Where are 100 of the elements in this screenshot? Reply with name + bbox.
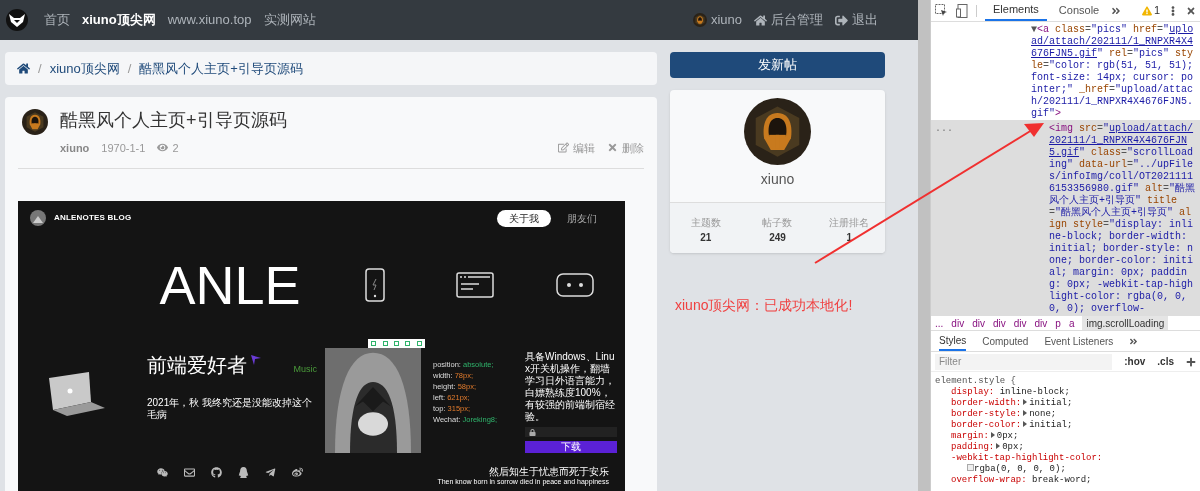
phone-icon — [365, 268, 385, 302]
style-property[interactable]: display: inline-block; — [935, 387, 1196, 398]
blog-nav-tab[interactable]: 关于我 — [497, 209, 551, 227]
dom-breadcrumb[interactable]: img.scrollLoading — [1082, 315, 1169, 331]
stat-value: 21 — [700, 231, 712, 245]
annotation-text: xiuno顶尖网：已成功本地化! — [675, 296, 854, 315]
blog-logo-icon — [30, 210, 46, 226]
quote: 然后知生于忧患而死于安乐 — [489, 465, 609, 479]
dom-breadcrumb[interactable]: div — [992, 315, 1006, 331]
devtools-tab[interactable]: Console — [1054, 0, 1104, 21]
dom-breadcrumb[interactable]: div — [972, 315, 985, 331]
sign-out-icon — [835, 13, 848, 27]
mail-icon[interactable] — [184, 466, 195, 478]
nav-link[interactable]: 实测网站 — [263, 10, 316, 30]
expand-icon[interactable] — [996, 443, 1001, 449]
warnings-badge[interactable]: 1 — [1141, 2, 1160, 19]
style-property[interactable]: border-style: none; — [935, 409, 1196, 420]
post-title: 酷黑风个人主页+引导页源码 — [60, 109, 288, 132]
logout-link[interactable]: 退出 — [835, 10, 878, 30]
hero-title: ANLE — [159, 258, 301, 312]
site-logo[interactable] — [6, 9, 28, 31]
dom-breadcrumb[interactable]: p — [1055, 315, 1061, 331]
year-line: 2021年，秋 我终究还是没能改掉这个毛病 — [147, 396, 314, 422]
nav-link[interactable]: www.xiuno.top — [167, 10, 252, 30]
dom-breadcrumb[interactable]: a — [1068, 315, 1075, 331]
color-swatch[interactable] — [967, 464, 974, 471]
stat-label: 主题数 — [690, 216, 721, 230]
devtools-tab[interactable]: Elements — [985, 0, 1047, 21]
home-icon[interactable] — [17, 62, 30, 75]
skills-description: 具备Windows、Linux开关机操作，翻墙学习日外语言能力，白嫖熟练度100%，有较强的前端制宿经验。 — [525, 351, 616, 423]
user-menu[interactable]: xiuno — [692, 10, 742, 30]
view-count: 2 — [157, 139, 179, 156]
dom-breadcrumb[interactable]: div — [1034, 315, 1048, 331]
blog-nav-tab[interactable]: 朋友们 — [563, 210, 601, 226]
close-icon — [607, 142, 618, 154]
stat-label: 注册排名 — [829, 216, 870, 230]
expand-icon[interactable] — [1023, 421, 1028, 427]
eye-icon — [157, 142, 169, 154]
style-property[interactable]: margin: 0px; — [935, 431, 1196, 442]
nav-link[interactable]: xiuno顶尖网 — [82, 10, 156, 30]
dom-node[interactable]: ▼<a class="pics" href="upload/attach/202111/1_RNPXR4X4676FJN5.gif" rel="pics" style="color: rgb(51, 51, 51); font-size: 14px; cursor: pointer;" _href="upload/attach/202111/1_RNPXR4X4676FJN5.gif"> — [931, 24, 1200, 120]
styles-tab[interactable]: Event Listeners — [1044, 333, 1114, 349]
vr-headset-icon — [556, 273, 594, 297]
edit-icon — [558, 142, 569, 154]
subtitle: 前端爱好者 — [147, 355, 247, 375]
device-toolbar-icon[interactable] — [956, 3, 968, 18]
qq-icon[interactable] — [238, 466, 249, 478]
hover-state-toggle[interactable]: :hov — [1124, 354, 1146, 369]
download-button[interactable]: 下载 — [525, 441, 617, 453]
scrollbar[interactable] — [918, 0, 930, 491]
stat-label: 帖子数 — [762, 216, 793, 230]
stat-value: 249 — [769, 231, 786, 245]
pointer-icon — [251, 355, 261, 365]
style-property[interactable]: border-color: initial; — [935, 420, 1196, 431]
password-field[interactable] — [525, 427, 617, 438]
dom-node[interactable]: ... <img src="upload/attach/202111/1_RNPXR4X4676FJN5.gif" class="scrollLoading" data-url="../upFiles/infoImg/coll/OT20211116153356980.gif" alt="酷黑风个人主页+引导页" title ="酷黑风个人主页+引导页" align style="display: inline-block; border-width: initial; border-style: none; border-color: initial; margin: 0px; padding: 0px; -webkit-tap-highlight-color: rgba(0, 0, 0, 0); overflow- — [931, 120, 1200, 315]
filter-field[interactable]: Filter — [935, 353, 1113, 370]
github-icon[interactable] — [211, 466, 222, 478]
dom-breadcrumb[interactable]: div — [951, 315, 965, 331]
inspect-element-icon[interactable] — [935, 4, 948, 17]
breadcrumb-link[interactable]: xiuno顶尖网 — [49, 58, 120, 79]
profile-username[interactable]: xiuno — [760, 169, 795, 190]
close-icon[interactable] — [1186, 5, 1196, 16]
expand-icon[interactable] — [990, 432, 995, 438]
new-post-button[interactable]: 发新帖 — [670, 52, 885, 78]
post-date: 1970-1-1 — [101, 140, 146, 156]
laptop-drawing — [46, 372, 107, 416]
browser-window-icon — [456, 272, 494, 298]
home-icon — [754, 13, 767, 27]
lock-icon — [529, 428, 536, 436]
wechat-icon[interactable] — [157, 466, 168, 478]
breadcrumb-separator: / — [38, 59, 42, 78]
style-property[interactable]: overflow-wrap: break-word; — [935, 475, 1196, 486]
breadcrumb-link[interactable]: 酷黑风个人主页+引导页源码 — [139, 58, 303, 79]
style-rule-selector: element.style { — [935, 376, 1017, 387]
blog-brand: ANLENOTES BLOG — [54, 212, 132, 224]
image-toolbar — [368, 339, 425, 348]
style-property[interactable]: -webkit-tap-highlight-color: rgba(0, 0, 0, 0); — [935, 453, 1196, 475]
new-rule-icon[interactable] — [1186, 356, 1196, 367]
user-avatar — [692, 13, 707, 27]
admin-link[interactable]: 后台管理 — [754, 10, 823, 30]
breadcrumb-separator: / — [127, 59, 132, 78]
style-property[interactable]: padding: 0px; — [935, 442, 1196, 453]
author-avatar — [22, 109, 48, 135]
nav-link[interactable]: 首页 — [44, 10, 70, 30]
styles-tab[interactable]: Computed — [982, 333, 1029, 349]
dom-breadcrumb[interactable]: div — [1013, 315, 1027, 331]
weibo-icon[interactable] — [292, 466, 303, 478]
node-actions-button[interactable]: ... — [935, 123, 953, 134]
dom-breadcrumb[interactable]: ... — [935, 315, 944, 331]
telegram-icon[interactable] — [265, 466, 276, 478]
expand-icon[interactable] — [1023, 399, 1028, 405]
profile-avatar — [744, 98, 811, 165]
more-tabs-icon[interactable] — [1129, 336, 1139, 346]
music-label: Music — [293, 363, 317, 376]
style-property[interactable]: border-width: initial; — [935, 398, 1196, 409]
expand-icon[interactable] — [1023, 410, 1028, 416]
styles-tab[interactable]: Styles — [939, 331, 967, 351]
class-toggle[interactable]: .cls — [1157, 354, 1174, 369]
more-tabs-icon[interactable] — [1111, 5, 1122, 16]
